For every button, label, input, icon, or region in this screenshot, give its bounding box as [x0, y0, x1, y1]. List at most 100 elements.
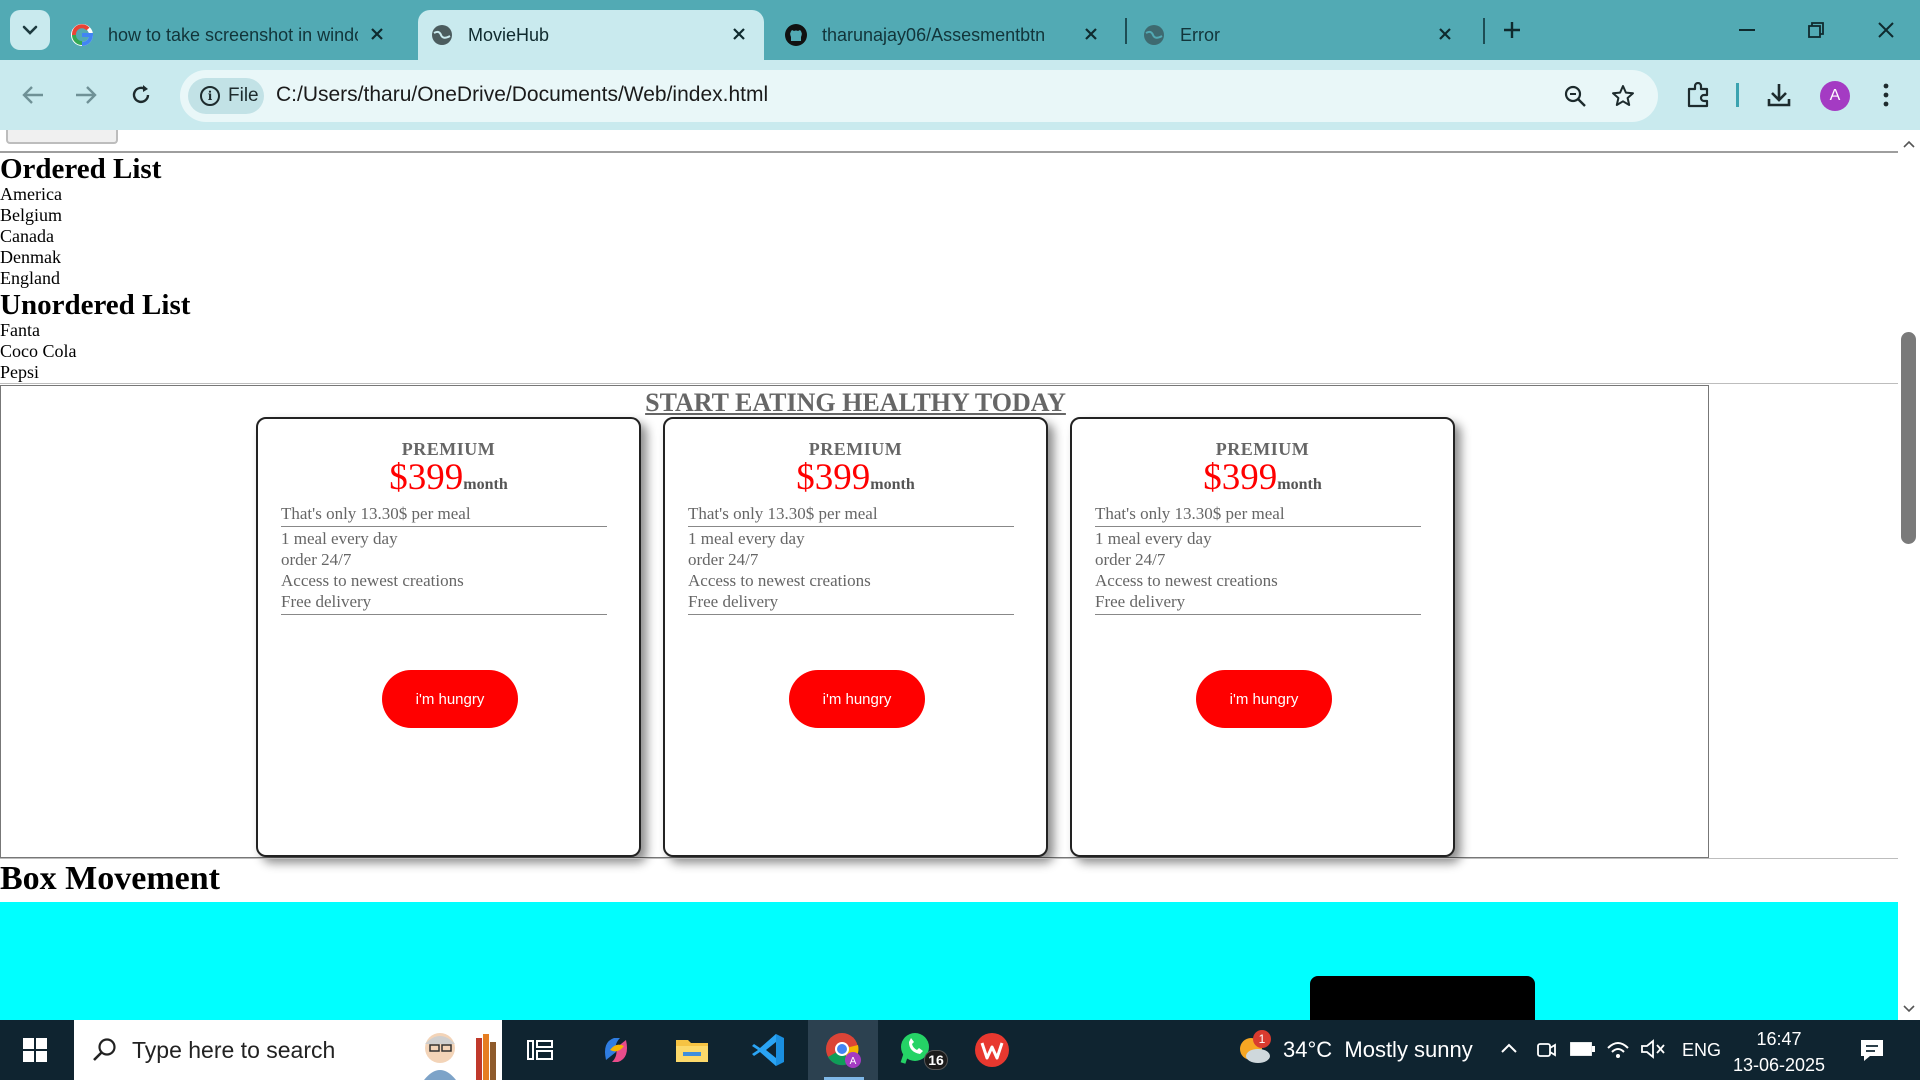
ordered-list-heading: Ordered List [0, 153, 162, 185]
start-button[interactable] [12, 1034, 58, 1066]
close-icon[interactable] [1080, 23, 1102, 45]
per-meal-note: That's only 13.30$ per meal [1095, 503, 1421, 527]
meet-now-icon[interactable] [1536, 1038, 1556, 1060]
scroll-up-arrow[interactable] [1900, 136, 1918, 152]
restore-button[interactable] [1791, 10, 1841, 50]
new-tab-button[interactable] [1496, 14, 1528, 46]
clock[interactable]: 16:47 13-06-2025 [1726, 1026, 1832, 1078]
feature-item: 1 meal every day [281, 529, 398, 548]
unordered-list-heading: Unordered List [0, 289, 191, 321]
tab-title: MovieHub [468, 24, 550, 45]
taskbar-app-whatsapp[interactable]: 16 [882, 1020, 954, 1080]
hungry-button[interactable]: i'm hungry [1196, 670, 1332, 728]
price-amount: $399 [389, 457, 464, 498]
clock-time: 16:47 [1756, 1029, 1802, 1049]
zoom-icon[interactable] [1562, 83, 1588, 109]
pricing-card: PREMIUM $399month That's only 13.30$ per… [256, 417, 641, 857]
list-item: Denmak [0, 247, 61, 267]
restore-icon [1808, 22, 1824, 38]
close-icon[interactable] [728, 23, 750, 45]
page-scrollbar[interactable] [1898, 130, 1920, 1020]
language-indicator[interactable]: ENG [1682, 1040, 1721, 1061]
notification-icon[interactable] [1858, 1036, 1886, 1064]
tab-search-button[interactable] [10, 10, 50, 50]
feature-item: order 24/7 [281, 550, 352, 569]
feature-item: Access to newest creations [1095, 571, 1278, 590]
taskbar-app-chrome[interactable]: A [808, 1020, 878, 1080]
tab-moviehub[interactable]: MovieHub [418, 10, 764, 60]
minimize-button[interactable] [1722, 10, 1772, 50]
tab-separator [1125, 18, 1127, 44]
close-window-button[interactable] [1861, 10, 1911, 50]
taskbar-search-box[interactable]: Type here to search [74, 1020, 502, 1080]
close-icon[interactable] [1434, 23, 1456, 45]
hungry-button[interactable]: i'm hungry [789, 670, 925, 728]
search-icon [93, 1038, 116, 1061]
box-movement-area [0, 902, 1898, 1020]
taskbar-app-vscode[interactable] [732, 1020, 804, 1080]
feature-list: That's only 13.30$ per meal 1 meal every… [281, 503, 607, 615]
pricing-section: START EATING HEALTHY TODAY PREMIUM $399m… [0, 385, 1709, 858]
whatsapp-badge: 16 [924, 1050, 948, 1070]
scroll-down-arrow[interactable] [1900, 1001, 1918, 1017]
hungry-button[interactable]: i'm hungry [382, 670, 518, 728]
windows-logo-icon [23, 1038, 47, 1062]
page-viewport: Ordered List America Belgium Canada Denm… [0, 130, 1898, 1020]
globe-icon [430, 23, 454, 47]
divider [0, 383, 1898, 384]
pricing-card: PREMIUM $399month That's only 13.30$ per… [663, 417, 1048, 857]
task-view-icon [527, 1040, 553, 1060]
tab-error[interactable]: Error [1142, 10, 1472, 60]
feature-list: That's only 13.30$ per meal 1 meal every… [1095, 503, 1421, 615]
task-view-button[interactable] [504, 1020, 576, 1080]
battery-icon[interactable] [1570, 1040, 1596, 1058]
per-meal-note: That's only 13.30$ per meal [281, 503, 607, 527]
box-movement-heading: Box Movement [0, 860, 221, 897]
downloads-button[interactable] [1762, 78, 1796, 112]
wifi-icon[interactable] [1606, 1038, 1630, 1060]
partial-button[interactable] [6, 130, 118, 144]
github-icon [784, 23, 808, 47]
scroll-thumb[interactable] [1901, 332, 1916, 544]
taskbar-app-wps[interactable] [956, 1020, 1028, 1080]
volume-muted-icon[interactable] [1640, 1038, 1666, 1060]
plus-icon [1504, 22, 1520, 38]
tab-title: how to take screenshot in windows [108, 24, 358, 45]
back-button[interactable] [15, 77, 51, 113]
chrome-icon: A [826, 1033, 861, 1068]
list-item: Fanta [0, 320, 40, 340]
reload-icon [132, 85, 150, 104]
feature-item: order 24/7 [688, 550, 759, 569]
arrow-right-icon [76, 86, 97, 104]
feature-item: Access to newest creations [281, 571, 464, 590]
tab-github[interactable]: tharunajay06/Assesmentbtn [784, 10, 1114, 60]
feature-item: 1 meal every day [688, 529, 805, 548]
price-period: month [1277, 476, 1322, 493]
weather-badge: 1 [1253, 1030, 1271, 1048]
reload-button[interactable] [123, 77, 159, 113]
chevron-up-icon[interactable] [1500, 1042, 1518, 1054]
address-bar[interactable]: i File C:/Users/tharu/OneDrive/Documents… [180, 70, 1658, 122]
bookmark-star-icon[interactable] [1610, 83, 1636, 109]
weather-text[interactable]: 34°C Mostly sunny [1283, 1037, 1473, 1063]
tab-bar: how to take screenshot in windows MovieH… [0, 0, 1920, 60]
close-icon[interactable] [366, 23, 388, 45]
url-text: C:/Users/tharu/OneDrive/Documents/Web/in… [276, 83, 769, 106]
tab-google-search[interactable]: how to take screenshot in windows [70, 10, 410, 60]
taskbar-app-file-explorer[interactable] [656, 1020, 728, 1080]
price: $399month [258, 457, 639, 503]
search-placeholder: Type here to search [132, 1036, 336, 1063]
extensions-button[interactable] [1682, 78, 1716, 112]
profile-avatar[interactable]: A [1820, 81, 1850, 111]
feature-item: Free delivery [1095, 591, 1421, 615]
list-item: England [0, 268, 60, 288]
minimize-icon [1739, 29, 1755, 31]
close-icon [1878, 22, 1894, 38]
site-info-chip[interactable]: i File [188, 78, 264, 114]
kebab-menu-icon [1883, 83, 1889, 107]
forward-button[interactable] [68, 77, 104, 113]
menu-button[interactable] [1869, 78, 1903, 112]
svg-text:A: A [850, 1056, 857, 1067]
price: $399month [665, 459, 1046, 503]
taskbar-app-copilot[interactable] [580, 1020, 652, 1080]
